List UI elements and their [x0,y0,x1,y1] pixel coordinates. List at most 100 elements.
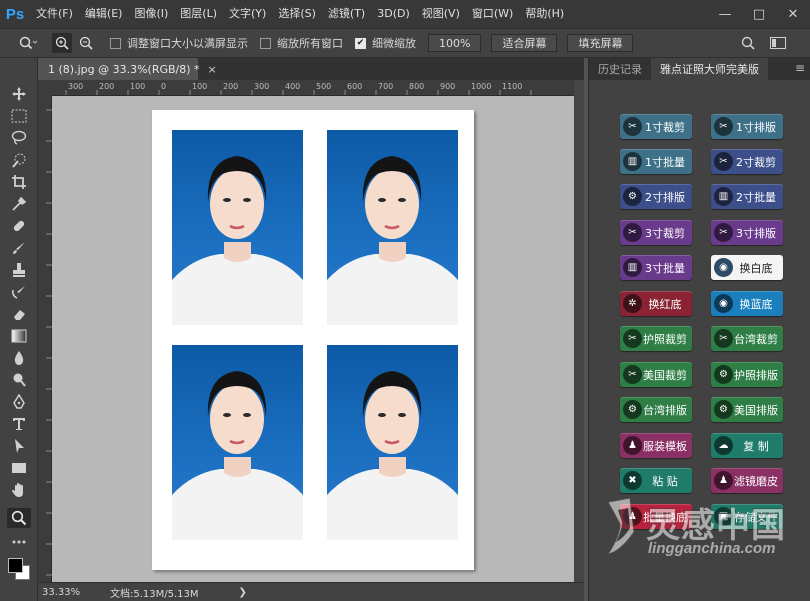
plugin-button-3inch-batch[interactable]: ▥ 3寸批量 [620,255,692,280]
plugin-button-2inch-batch[interactable]: ▥ 2寸批量 [711,184,783,209]
batch-icon: ▥ [623,258,642,277]
close-document-icon[interactable]: × [208,63,217,76]
blur-tool-icon[interactable] [7,348,31,368]
menu-edit[interactable]: 编辑(E) [79,0,129,28]
tab-history[interactable]: 历史记录 [589,58,651,80]
minimize-button[interactable]: — [708,0,742,28]
plugin-button-taiwan-layout[interactable]: ⚙ 台湾排版 [620,397,692,422]
plugin-button-label: 3寸排版 [736,226,776,240]
plugin-button-white-background[interactable]: ◉ 换白底 [711,255,783,280]
menu-image[interactable]: 图像(I) [128,0,174,28]
close-button[interactable]: ✕ [776,0,810,28]
plugin-button-1inch-layout[interactable]: ✂ 1寸排版 [711,114,783,139]
marquee-tool-icon[interactable] [7,106,31,126]
zoom-all-option[interactable]: 缩放所有窗口 [260,35,343,51]
menu-filter[interactable]: 滤镜(T) [322,0,371,28]
eraser-tool-icon[interactable] [7,304,31,324]
gradient-tool-icon[interactable] [7,326,31,346]
zoom-in-icon[interactable] [52,33,72,53]
rectangle-tool-icon[interactable] [7,458,31,478]
document-tab[interactable]: 1 (8).jpg @ 33.3%(RGB/8) * × [38,58,217,80]
menu-window[interactable]: 窗口(W) [466,0,519,28]
crop-tool-icon[interactable] [7,172,31,192]
zoom-tool-preset-icon[interactable] [18,33,38,53]
zoom-100-button[interactable]: 100% [428,34,482,52]
search-icon[interactable] [738,33,758,53]
workspace-icon[interactable] [768,33,788,53]
panel-menu-icon[interactable]: ≡ [795,61,805,75]
options-bar: 调整窗口大小以满屏显示 缩放所有窗口 ✔ 细微缩放 100% 适合屏幕 填充屏幕 [0,28,810,58]
fill-screen-button[interactable]: 填充屏幕 [567,34,634,52]
scrubby-zoom-option[interactable]: ✔ 细微缩放 [355,35,416,51]
maximize-button[interactable]: □ [742,0,776,28]
scrubby-zoom-checkbox[interactable]: ✔ [355,37,366,49]
plugin-button-2inch-crop[interactable]: ✂ 2寸裁剪 [711,149,783,174]
ruler-tick: 600 [347,82,363,91]
zoom-level[interactable]: 33.33% [38,587,86,598]
ruler-origin[interactable] [38,80,52,96]
ruler-tick: 300 [254,82,270,91]
brush-tool-icon[interactable] [7,238,31,258]
history-brush-tool-icon[interactable] [7,282,31,302]
plugin-button-label: 护照裁剪 [643,332,687,346]
plugin-button-3inch-crop[interactable]: ✂ 3寸裁剪 [620,220,692,245]
type-tool-icon[interactable] [7,414,31,434]
zoom-all-checkbox[interactable] [260,37,271,49]
plugin-button-3inch-layout[interactable]: ✂ 3寸排版 [711,220,783,245]
plugin-button-copy[interactable]: ☁ 复 制 [711,433,783,458]
plugin-button-skin-smoothing[interactable]: ♟ 滤镜磨皮 [711,468,783,493]
plugin-button-label: 换红底 [648,297,682,311]
more-tools-icon[interactable] [7,532,31,552]
zoom-tool-icon[interactable] [7,508,31,528]
lasso-tool-icon[interactable] [7,128,31,148]
vertical-ruler[interactable] [38,96,52,582]
fit-screen-button[interactable]: 适合屏幕 [491,34,558,52]
plugin-button-taiwan-crop[interactable]: ✂ 台湾裁剪 [711,326,783,351]
color-swatches[interactable] [6,554,34,584]
dodge-tool-icon[interactable] [7,370,31,390]
tab-id-photo-master[interactable]: 雅点证照大师完美版 [651,58,768,80]
id-photo [327,130,458,325]
quick-select-tool-icon[interactable] [7,150,31,170]
scrubby-zoom-label: 细微缩放 [372,37,416,50]
plugin-button-paste[interactable]: ✖ 粘 贴 [620,468,692,493]
status-menu-arrow-icon[interactable]: ❯ [239,587,247,598]
resize-windows-checkbox[interactable] [110,37,121,49]
zoom-out-icon[interactable] [76,33,96,53]
eyedropper-tool-icon[interactable] [7,194,31,214]
menu-select[interactable]: 选择(S) [272,0,322,28]
move-tool-icon[interactable] [7,84,31,104]
plugin-button-label: 1寸批量 [645,155,685,169]
plugin-button-passport-layout[interactable]: ⚙ 护照排版 [711,362,783,387]
plugin-button-label: 3寸批量 [645,261,685,275]
pen-tool-icon[interactable] [7,392,31,412]
plugin-button-red-background[interactable]: ✲ 换红底 [620,291,692,316]
plugin-button-clothing-template[interactable]: ♟ 服装模板 [620,433,692,458]
vertical-scrollbar[interactable] [574,80,584,582]
resize-windows-option[interactable]: 调整窗口大小以满屏显示 [110,35,248,51]
document-canvas[interactable] [152,110,474,570]
menu-view[interactable]: 视图(V) [416,0,466,28]
menu-type[interactable]: 文字(Y) [223,0,272,28]
clone-stamp-tool-icon[interactable] [7,260,31,280]
menu-layer[interactable]: 图层(L) [174,0,223,28]
hand-tool-icon[interactable] [7,480,31,500]
id-photo [172,130,303,325]
plugin-button-1inch-batch[interactable]: ▥ 1寸批量 [620,149,692,174]
menu-file[interactable]: 文件(F) [30,0,79,28]
path-selection-tool-icon[interactable] [7,436,31,456]
document-tab-title: 1 (8).jpg @ 33.3%(RGB/8) * [48,62,200,76]
menu-3d[interactable]: 3D(D) [371,0,416,28]
plugin-button-passport-crop[interactable]: ✂ 护照裁剪 [620,326,692,351]
plugin-button-blue-background[interactable]: ◉ 换蓝底 [711,291,783,316]
plugin-button-1inch-crop[interactable]: ✂ 1寸裁剪 [620,114,692,139]
plugin-button-us-crop[interactable]: ✂ 美国裁剪 [620,362,692,387]
healing-brush-tool-icon[interactable] [7,216,31,236]
horizontal-ruler[interactable]: 300 200 100 0 100 200 300 400 500 600 70… [52,80,574,96]
menu-help[interactable]: 帮助(H) [519,0,570,28]
plugin-button-2inch-layout[interactable]: ⚙ 2寸排版 [620,184,692,209]
batch-icon: ▥ [714,187,733,206]
person-icon: ♟ [623,436,642,455]
plugin-button-us-layout[interactable]: ⚙ 美国排版 [711,397,783,422]
foreground-color-swatch[interactable] [8,558,23,573]
